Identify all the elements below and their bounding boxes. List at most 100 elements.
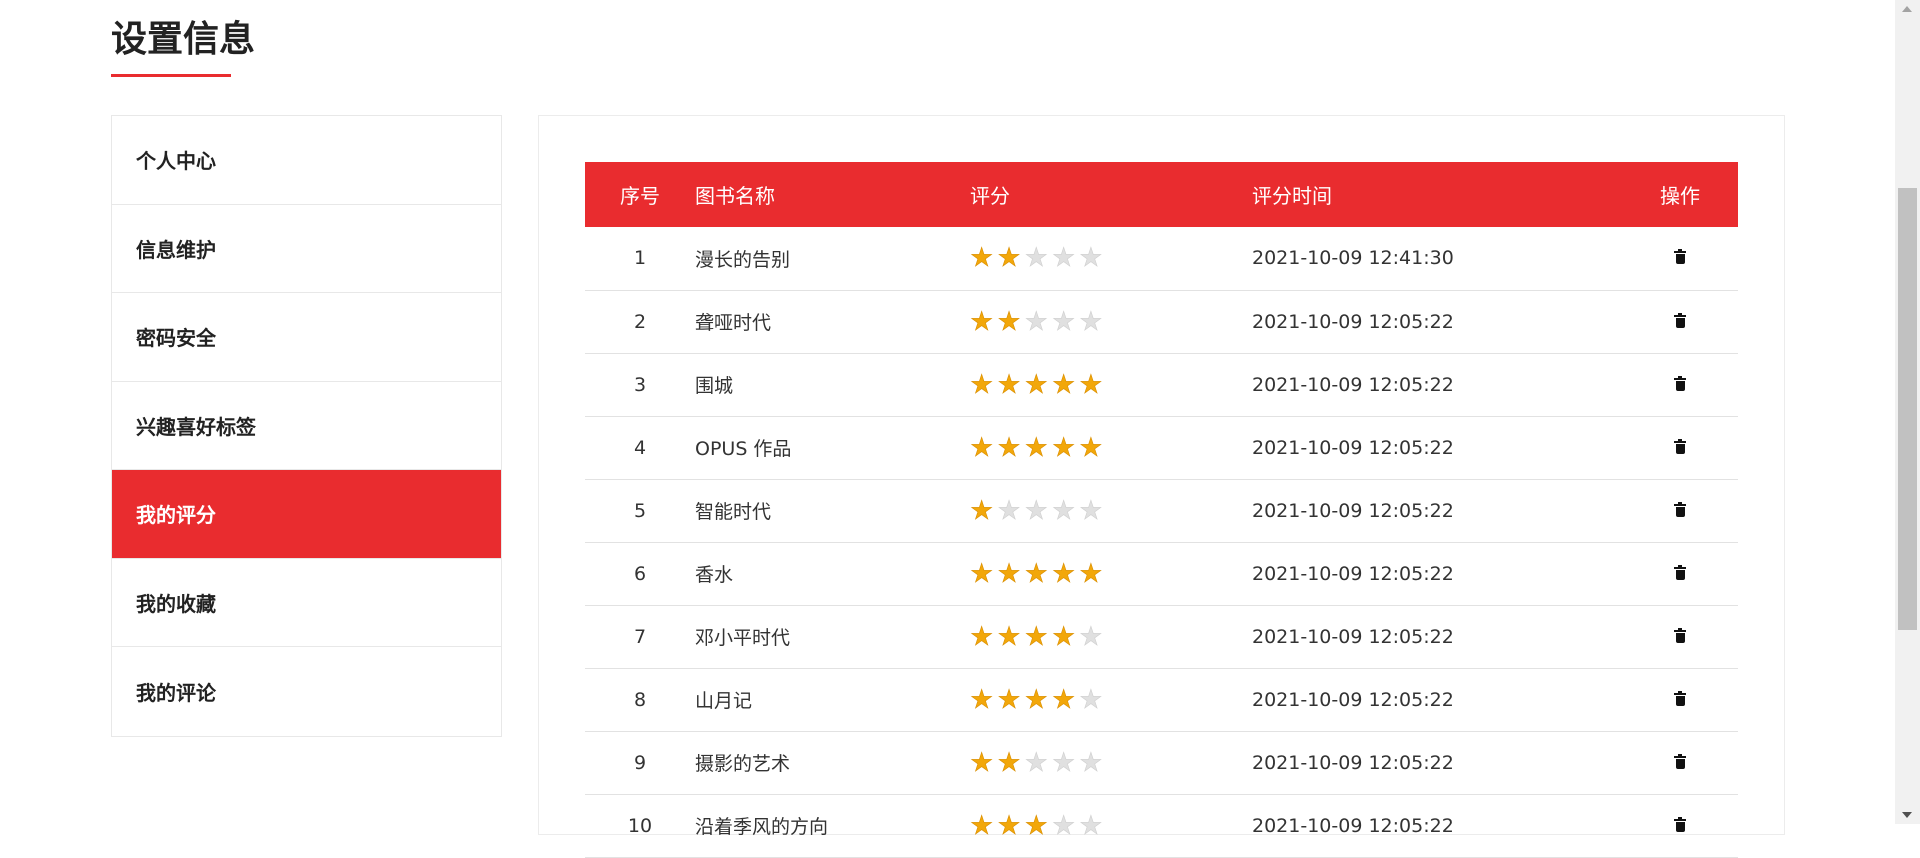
trash-icon[interactable] <box>1674 816 1686 832</box>
star-filled-icon: ★ <box>970 495 994 526</box>
rating-time: 2021-10-09 12:05:22 <box>1252 479 1622 543</box>
book-name: 摄影的艺术 <box>695 731 970 795</box>
delete-button[interactable] <box>1622 290 1738 354</box>
sidebar-item[interactable]: 个人中心 <box>112 116 501 205</box>
book-name: 邓小平时代 <box>695 605 970 669</box>
sidebar-item[interactable]: 密码安全 <box>112 293 501 382</box>
rating-time: 2021-10-09 12:41:30 <box>1252 227 1622 291</box>
book-name: 智能时代 <box>695 479 970 543</box>
rating-stars: ★ ★ ★ ★ ★ <box>970 731 1252 795</box>
delete-button[interactable] <box>1622 227 1738 291</box>
star-filled-icon: ★ <box>997 369 1021 400</box>
star-filled-icon: ★ <box>997 684 1021 715</box>
star-filled-icon: ★ <box>970 432 994 463</box>
star-empty-icon: ★ <box>1051 495 1076 526</box>
star-empty-icon: ★ <box>1051 243 1076 274</box>
star-filled-icon: ★ <box>997 432 1021 463</box>
table-row: 2 聋哑时代 ★ ★ ★ ★ ★ 2021-10-09 12:05:22 <box>585 290 1738 354</box>
star-empty-icon: ★ <box>1079 684 1103 715</box>
star-empty-icon: ★ <box>1079 243 1103 274</box>
rating-stars: ★ ★ ★ ★ ★ <box>970 605 1252 669</box>
delete-button[interactable] <box>1622 479 1738 543</box>
trash-icon[interactable] <box>1674 501 1686 517</box>
star-empty-icon: ★ <box>1024 306 1048 337</box>
book-name: 漫长的告别 <box>695 227 970 291</box>
star-filled-icon: ★ <box>1024 432 1048 463</box>
header-index: 序号 <box>585 162 695 227</box>
rating-stars: ★ ★ ★ ★ ★ <box>970 290 1252 354</box>
delete-button[interactable] <box>1622 605 1738 669</box>
rating-stars: ★ ★ ★ ★ ★ <box>970 353 1252 417</box>
row-index: 7 <box>585 605 695 669</box>
sidebar-item[interactable]: 我的评论 <box>112 647 501 736</box>
row-index: 1 <box>585 227 695 291</box>
rating-time: 2021-10-09 12:05:22 <box>1252 542 1622 606</box>
row-index: 6 <box>585 542 695 606</box>
delete-button[interactable] <box>1622 353 1738 417</box>
rating-stars: ★ ★ ★ ★ ★ <box>970 794 1252 858</box>
row-index: 2 <box>585 290 695 354</box>
delete-button[interactable] <box>1622 794 1738 858</box>
row-index: 9 <box>585 731 695 795</box>
table-row: 4 OPUS 作品 ★ ★ ★ ★ ★ 2021-10-09 12:05:22 <box>585 416 1738 480</box>
delete-button[interactable] <box>1622 416 1738 480</box>
star-filled-icon: ★ <box>1079 369 1103 400</box>
header-action: 操作 <box>1622 162 1738 227</box>
rating-time: 2021-10-09 12:05:22 <box>1252 668 1622 732</box>
trash-icon[interactable] <box>1674 627 1686 643</box>
star-filled-icon: ★ <box>997 810 1021 841</box>
star-empty-icon: ★ <box>1079 306 1103 337</box>
star-empty-icon: ★ <box>1024 495 1048 526</box>
delete-button[interactable] <box>1622 668 1738 732</box>
delete-button[interactable] <box>1622 542 1738 606</box>
scrollbar-thumb[interactable] <box>1898 188 1917 630</box>
table-row: 9 摄影的艺术 ★ ★ ★ ★ ★ 2021-10-09 12:05:22 <box>585 731 1738 795</box>
rating-stars: ★ ★ ★ ★ ★ <box>970 668 1252 732</box>
star-empty-icon: ★ <box>997 495 1021 526</box>
star-filled-icon: ★ <box>1024 558 1048 589</box>
sidebar: 个人中心 信息维护 密码安全 兴趣喜好标签 我的评分 我的收藏 我的评论 <box>111 115 502 737</box>
star-empty-icon: ★ <box>1024 243 1048 274</box>
star-filled-icon: ★ <box>970 621 994 652</box>
trash-icon[interactable] <box>1674 375 1686 391</box>
sidebar-item[interactable]: 我的收藏 <box>112 559 501 647</box>
row-index: 5 <box>585 479 695 543</box>
star-filled-icon: ★ <box>970 747 994 778</box>
trash-icon[interactable] <box>1674 564 1686 580</box>
star-filled-icon: ★ <box>1051 369 1076 400</box>
row-index: 4 <box>585 416 695 480</box>
trash-icon[interactable] <box>1674 690 1686 706</box>
sidebar-item[interactable]: 兴趣喜好标签 <box>112 382 501 470</box>
trash-icon[interactable] <box>1674 249 1686 265</box>
star-empty-icon: ★ <box>1079 747 1103 778</box>
star-filled-icon: ★ <box>970 243 994 274</box>
star-filled-icon: ★ <box>970 306 994 337</box>
scrollbar[interactable] <box>1895 0 1920 824</box>
delete-button[interactable] <box>1622 731 1738 795</box>
scroll-up-icon[interactable] <box>1902 6 1912 12</box>
sidebar-item[interactable]: 信息维护 <box>112 205 501 293</box>
row-index: 3 <box>585 353 695 417</box>
star-empty-icon: ★ <box>1024 747 1048 778</box>
star-empty-icon: ★ <box>1079 810 1103 841</box>
table-row: 8 山月记 ★ ★ ★ ★ ★ 2021-10-09 12:05:22 <box>585 668 1738 732</box>
table-row: 7 邓小平时代 ★ ★ ★ ★ ★ 2021-10-09 12:05:22 <box>585 605 1738 669</box>
book-name: 聋哑时代 <box>695 290 970 354</box>
table-row: 5 智能时代 ★ ★ ★ ★ ★ 2021-10-09 12:05:22 <box>585 479 1738 543</box>
page-title: 设置信息 <box>111 19 256 60</box>
star-empty-icon: ★ <box>1051 810 1076 841</box>
rating-time: 2021-10-09 12:05:22 <box>1252 731 1622 795</box>
sidebar-item[interactable]: 我的评分 <box>112 470 501 559</box>
table-row: 10 沿着季风的方向 ★ ★ ★ ★ ★ 2021-10-09 12:05:22 <box>585 794 1738 858</box>
star-filled-icon: ★ <box>1051 684 1076 715</box>
rating-time: 2021-10-09 12:05:22 <box>1252 416 1622 480</box>
trash-icon[interactable] <box>1674 753 1686 769</box>
star-empty-icon: ★ <box>1051 747 1076 778</box>
star-filled-icon: ★ <box>997 621 1021 652</box>
scroll-down-icon[interactable] <box>1902 812 1912 818</box>
trash-icon[interactable] <box>1674 312 1686 328</box>
trash-icon[interactable] <box>1674 438 1686 454</box>
table-row: 3 围城 ★ ★ ★ ★ ★ 2021-10-09 12:05:22 <box>585 353 1738 417</box>
star-filled-icon: ★ <box>970 810 994 841</box>
header-time: 评分时间 <box>1252 162 1622 227</box>
